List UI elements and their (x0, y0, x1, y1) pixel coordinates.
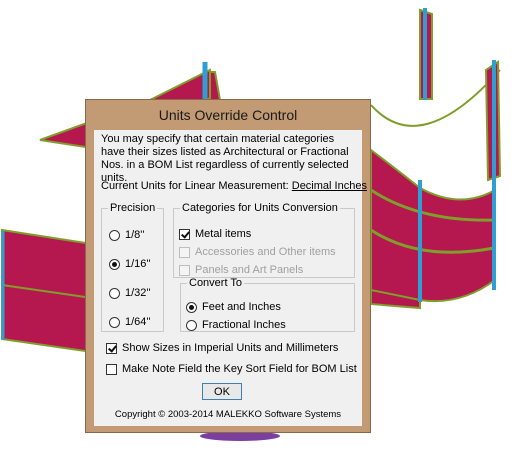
convert-feet-inches[interactable]: Feet and Inches (186, 301, 281, 313)
checkbox-checked-icon[interactable] (179, 228, 190, 240)
checkbox-disabled-icon (179, 246, 190, 258)
category-accessories: Accessories and Other items (179, 246, 336, 258)
dialog-body: You may specify that certain material ca… (94, 130, 367, 426)
category-metal-items[interactable]: Metal items (179, 228, 251, 240)
show-sizes-checkbox[interactable]: Show Sizes in Imperial Units and Millime… (106, 342, 338, 354)
precision-option-1-16[interactable]: 1/16'' (109, 258, 151, 270)
convert-to-legend: Convert To (189, 277, 242, 289)
checkbox-checked-icon[interactable] (106, 342, 117, 354)
radio-icon[interactable] (109, 287, 120, 299)
ok-button[interactable]: OK (202, 383, 242, 400)
note-field-label: Make Note Field the Key Sort Field for B… (122, 363, 357, 375)
copyright-text: Copyright © 2003-2014 MALEKKO Software S… (114, 409, 342, 420)
radio-selected-icon[interactable] (109, 258, 120, 270)
precision-option-1-8[interactable]: 1/8'' (109, 229, 145, 241)
categories-group: Categories for Units Conversion Metal it… (173, 202, 355, 278)
units-override-dialog: Units Override Control You may specify t… (85, 99, 371, 433)
precision-group: Precision 1/8'' 1/16'' 1/32'' 1/64'' (101, 202, 164, 332)
precision-label: 1/64'' (125, 316, 151, 328)
checkbox-icon[interactable] (106, 363, 117, 375)
category-label: Metal items (195, 228, 252, 240)
intro-text: You may specify that certain material ca… (101, 133, 349, 184)
category-panels: Panels and Art Panels (179, 264, 303, 276)
categories-legend: Categories for Units Conversion (182, 202, 338, 214)
precision-option-1-32[interactable]: 1/32'' (109, 287, 151, 299)
precision-label: 1/32'' (125, 287, 151, 299)
radio-icon[interactable] (109, 316, 120, 328)
category-label: Accessories and Other items (195, 246, 336, 258)
current-units-line: Current Units for Linear Measurement: De… (101, 180, 367, 192)
wall-panels-right (370, 8, 502, 310)
checkbox-disabled-icon (179, 264, 190, 276)
precision-legend: Precision (110, 202, 156, 214)
precision-label: 1/16'' (125, 258, 151, 270)
convert-label: Fractional Inches (202, 319, 286, 331)
note-field-checkbox[interactable]: Make Note Field the Key Sort Field for B… (106, 363, 357, 375)
category-label: Panels and Art Panels (195, 264, 304, 276)
convert-fractional-inches[interactable]: Fractional Inches (186, 319, 286, 331)
radio-selected-icon[interactable] (186, 301, 197, 313)
precision-label: 1/8'' (125, 229, 145, 241)
convert-to-group: Convert To Feet and Inches Fractional In… (180, 277, 355, 332)
current-units-value[interactable]: Decimal Inches (292, 180, 367, 192)
radio-icon[interactable] (186, 319, 197, 331)
show-sizes-label: Show Sizes in Imperial Units and Millime… (122, 342, 339, 354)
current-units-label: Current Units for Linear Measurement: (101, 180, 289, 192)
precision-option-1-64[interactable]: 1/64'' (109, 316, 151, 328)
radio-icon[interactable] (109, 229, 120, 241)
dialog-title: Units Override Control (158, 107, 298, 123)
convert-label: Feet and Inches (202, 301, 281, 313)
